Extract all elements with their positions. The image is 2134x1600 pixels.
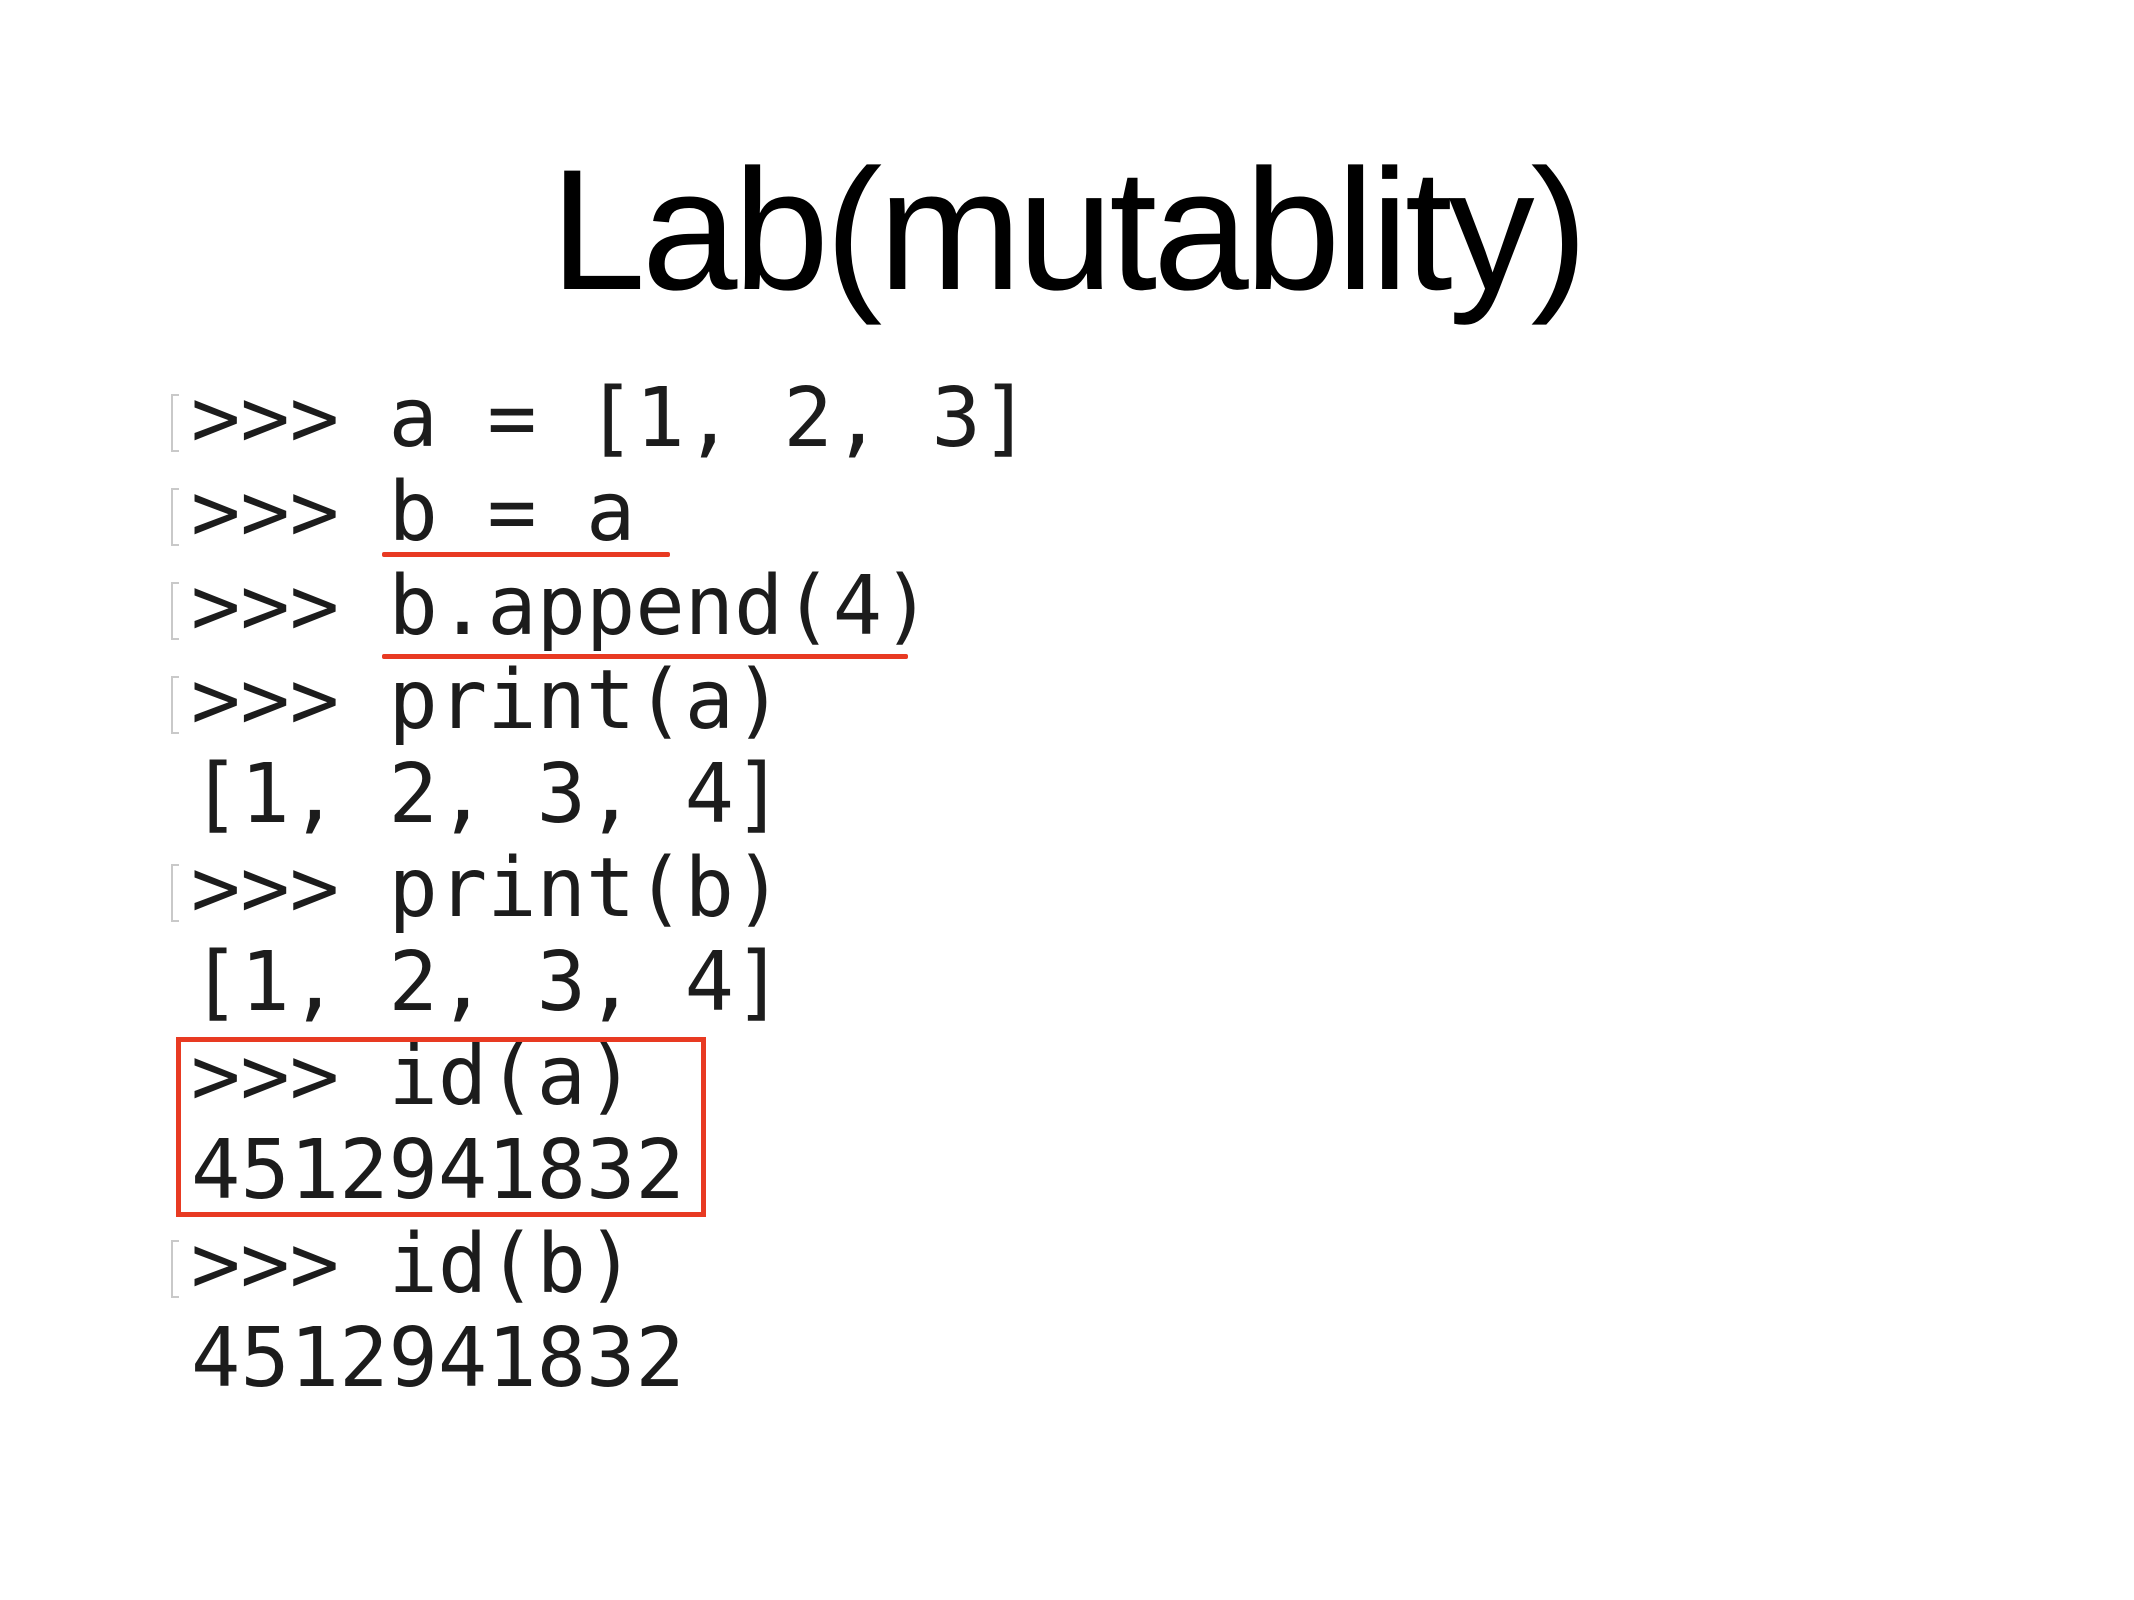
prompt-bracket-icon [171,1240,179,1298]
console-output-text: [1, 2, 3, 4] [191,935,784,1030]
prompt-bracket-icon [171,394,179,452]
console-line-text: >>> a = [1, 2, 3] [191,371,1031,466]
console-line-text: >>> b = a [191,465,636,560]
prompt-bracket-icon [171,582,179,640]
console-line-text: >>> b.append(4) [191,559,932,654]
console-line-id-b: >>> id(b) [171,1217,1173,1312]
prompt-bracket-icon [171,676,179,734]
console-line-assign-b: >>> b = a [171,465,1173,560]
console-line-text: >>> print(a) [191,653,784,748]
red-underline-append [382,654,908,659]
red-underline-assign-b [382,552,670,557]
console-output-text: [1, 2, 3, 4] [191,747,784,842]
prompt-bracket-icon [171,488,179,546]
console-output-id-b: 4512941832 [173,1312,1173,1406]
slide-title: Lab(mutablity) [550,134,1588,326]
prompt-bracket-icon [171,864,179,922]
red-highlight-box-id-a [176,1037,706,1217]
console-output-print-b: [1, 2, 3, 4] [173,936,1173,1030]
console-line-print-a: >>> print(a) [171,653,1173,748]
console-output-text: 4512941832 [191,1311,685,1406]
console-line-print-b: >>> print(b) [171,841,1173,936]
console-line-assign-a: >>> a = [1, 2, 3] [171,371,1173,466]
console-line-text: >>> print(b) [191,841,784,936]
console-line-text: >>> id(b) [191,1217,636,1312]
console-output-print-a: [1, 2, 3, 4] [173,748,1173,842]
console-line-append: >>> b.append(4) [171,559,1173,654]
